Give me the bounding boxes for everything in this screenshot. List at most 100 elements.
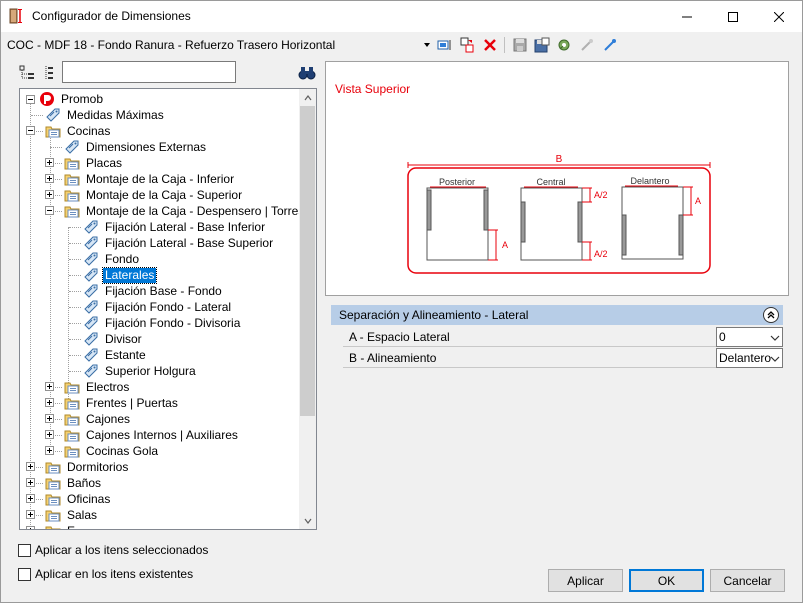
collapse-button[interactable] bbox=[763, 307, 779, 323]
tree-expand-button[interactable] bbox=[17, 63, 37, 83]
scroll-thumb[interactable] bbox=[300, 106, 315, 416]
tree-item-label: Fijación Base - Fondo bbox=[105, 283, 222, 298]
tree-expander[interactable] bbox=[45, 414, 54, 423]
move-tool-button[interactable] bbox=[457, 35, 477, 55]
espacio-lateral-input[interactable]: 0 bbox=[716, 327, 783, 347]
tree-root[interactable]: Promob bbox=[26, 91, 105, 107]
chevron-down-icon bbox=[770, 335, 780, 341]
tree-list-button[interactable] bbox=[39, 63, 59, 83]
tree-expander[interactable] bbox=[45, 174, 54, 183]
apply-selected-checkbox[interactable] bbox=[18, 544, 31, 557]
tree-item[interactable]: Medidas Máximas bbox=[45, 107, 166, 123]
tree-item[interactable]: Frentes | Puertas bbox=[64, 395, 180, 411]
double-chevron-up-icon bbox=[767, 311, 775, 319]
tree-connector bbox=[69, 371, 81, 372]
folder-icon bbox=[64, 398, 80, 410]
tree-item[interactable]: Superior Holgura bbox=[83, 363, 198, 379]
save-tool-button[interactable] bbox=[510, 35, 530, 55]
path-dropdown-button[interactable] bbox=[417, 35, 437, 55]
tree-expander[interactable] bbox=[45, 430, 54, 439]
label-b: B bbox=[556, 154, 563, 165]
tree-item[interactable]: Baños bbox=[45, 475, 103, 491]
ok-button[interactable]: OK bbox=[629, 569, 704, 592]
tree-expander[interactable] bbox=[26, 526, 35, 529]
tree-expander[interactable] bbox=[26, 126, 35, 135]
find-button[interactable] bbox=[297, 63, 317, 83]
tree-item-label: E bbox=[65, 524, 77, 530]
toolbar-separator bbox=[504, 37, 505, 53]
app-icon bbox=[9, 8, 25, 24]
alineamiento-select[interactable]: Delantero bbox=[716, 348, 783, 368]
delete-tool-button[interactable] bbox=[480, 35, 500, 55]
apply-existing-label[interactable]: Aplicar en los itens existentes bbox=[35, 567, 193, 581]
tree-item[interactable]: Fijación Lateral - Base Superior bbox=[83, 235, 275, 251]
settings-tool-button[interactable] bbox=[554, 35, 574, 55]
tree-expander[interactable] bbox=[45, 206, 54, 215]
tree-expander[interactable] bbox=[45, 158, 54, 167]
link-pick-icon bbox=[604, 39, 616, 51]
tree-root-expander[interactable] bbox=[26, 94, 35, 104]
maximize-button[interactable] bbox=[710, 1, 756, 32]
window-title: Configurador de Dimensiones bbox=[32, 9, 191, 23]
tree-item[interactable]: Fijación Lateral - Base Inferior bbox=[83, 219, 267, 235]
tree-item[interactable]: Salas bbox=[45, 507, 99, 523]
tree-item[interactable]: Montaje de la Caja - Inferior bbox=[64, 171, 236, 187]
tree-item[interactable]: Cocinas bbox=[45, 123, 112, 139]
tree-connector bbox=[69, 323, 81, 324]
tree-item[interactable]: Laterales bbox=[83, 266, 158, 284]
cancel-button[interactable]: Cancelar bbox=[710, 569, 785, 592]
tree-item[interactable]: Cajones Internos | Auxiliares bbox=[64, 427, 240, 443]
folder-icon bbox=[64, 430, 80, 442]
close-button[interactable] bbox=[756, 1, 802, 32]
scroll-down-button[interactable] bbox=[299, 512, 316, 529]
tree-item[interactable]: Fijación Fondo - Lateral bbox=[83, 299, 233, 315]
tree-item[interactable]: Cocinas Gola bbox=[64, 443, 160, 459]
properties-header[interactable]: Separación y Alineamiento - Lateral bbox=[331, 305, 783, 325]
tree-expander[interactable] bbox=[45, 398, 54, 407]
tree-item[interactable]: Divisor bbox=[83, 331, 144, 347]
apply-existing-checkbox[interactable] bbox=[18, 568, 31, 581]
tree-item[interactable]: Estante bbox=[83, 347, 148, 363]
tree-expander[interactable] bbox=[45, 190, 54, 199]
tree-item-label: Montaje de la Caja - Inferior bbox=[86, 171, 235, 186]
tree-expander[interactable] bbox=[26, 478, 35, 487]
property-value: Delantero bbox=[719, 351, 772, 365]
tree-item[interactable]: E bbox=[45, 523, 77, 530]
apply-tool-button[interactable] bbox=[435, 35, 455, 55]
tree-item-label: Montaje de la Caja - Superior bbox=[86, 187, 243, 202]
tree-expander[interactable] bbox=[45, 382, 54, 391]
link-pick-tool-button[interactable] bbox=[600, 35, 620, 55]
scroll-up-button[interactable] bbox=[299, 89, 316, 106]
label-a2-top: A/2 bbox=[594, 190, 608, 200]
tree-item[interactable]: Dormitorios bbox=[45, 459, 130, 475]
tree-expander[interactable] bbox=[26, 494, 35, 503]
tree-item[interactable]: Montaje de la Caja - Superior bbox=[64, 187, 244, 203]
minimize-button[interactable] bbox=[664, 1, 710, 32]
tree-item[interactable]: Oficinas bbox=[45, 491, 112, 507]
tree-item[interactable]: Fijación Fondo - Divisoria bbox=[83, 315, 242, 331]
tree-item[interactable]: Electros bbox=[64, 379, 131, 395]
property-name: A - Espacio Lateral bbox=[349, 330, 450, 344]
tree-item[interactable]: Cajones bbox=[64, 411, 132, 427]
move-icon bbox=[460, 37, 474, 53]
tree-scrollbar[interactable] bbox=[299, 89, 316, 529]
tree-item[interactable]: Montaje de la Caja - Despensero | Torres bbox=[64, 203, 306, 219]
tree-expander[interactable] bbox=[26, 510, 35, 519]
apply-selected-label[interactable]: Aplicar a los itens seleccionados bbox=[35, 543, 208, 557]
tree-item[interactable]: Placas bbox=[64, 155, 124, 171]
tree-expander[interactable] bbox=[26, 462, 35, 471]
apply-button[interactable]: Aplicar bbox=[548, 569, 623, 592]
save-as-tool-button[interactable] bbox=[532, 35, 552, 55]
dropdown-arrow-icon bbox=[424, 43, 430, 47]
tree-item-label: Oficinas bbox=[67, 491, 111, 506]
tree-view[interactable]: Promob Medidas Máximas Cocinas Dimensiones… bbox=[19, 88, 317, 530]
link-tool-button[interactable] bbox=[577, 35, 597, 55]
tree-item[interactable]: Dimensiones Externas bbox=[64, 139, 208, 155]
tag-icon bbox=[84, 348, 98, 362]
delete-icon bbox=[484, 39, 496, 51]
tree-search-input[interactable] bbox=[62, 61, 236, 83]
tree-item[interactable]: Fondo bbox=[83, 251, 141, 267]
tree-item-label: Frentes | Puertas bbox=[86, 395, 178, 410]
tree-item[interactable]: Fijación Base - Fondo bbox=[83, 283, 224, 299]
tree-expander[interactable] bbox=[45, 446, 54, 455]
